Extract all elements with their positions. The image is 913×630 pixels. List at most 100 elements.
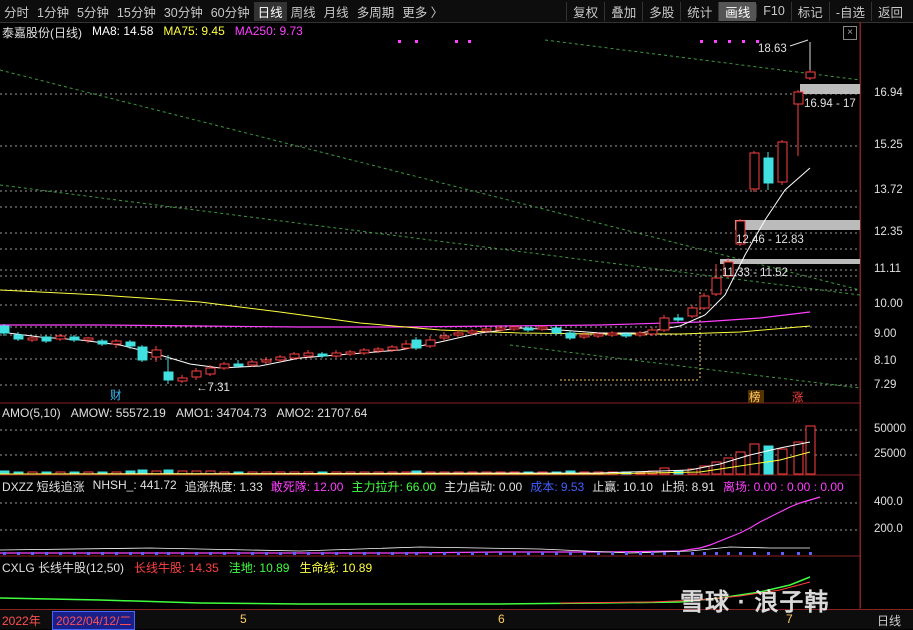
ma250-value: MA250: 9.73 bbox=[234, 24, 303, 38]
signal-dot bbox=[307, 552, 310, 555]
signal-dot bbox=[101, 552, 104, 555]
candle bbox=[125, 341, 136, 347]
candle bbox=[55, 335, 66, 340]
signal-dot bbox=[141, 552, 144, 555]
signal-dot bbox=[703, 552, 706, 555]
signal-dot bbox=[499, 552, 502, 555]
candle bbox=[261, 359, 272, 363]
signal-dot bbox=[797, 552, 800, 555]
candle bbox=[551, 327, 562, 334]
candle bbox=[481, 328, 492, 332]
signal-dot bbox=[569, 552, 572, 555]
zone-label-1: 16.94 - 17 bbox=[804, 98, 856, 110]
candle bbox=[359, 349, 370, 354]
candle bbox=[13, 334, 24, 340]
ma75-value: MA75: 9.45 bbox=[163, 24, 225, 38]
signal-dot bbox=[17, 552, 20, 555]
candlestick-series[interactable] bbox=[0, 60, 816, 384]
signal-dot bbox=[321, 552, 324, 555]
zy-value: 止赢: 10.10 bbox=[592, 480, 653, 494]
candle bbox=[27, 337, 38, 341]
signal-dot bbox=[471, 552, 474, 555]
candle bbox=[191, 370, 202, 378]
candle bbox=[317, 353, 328, 357]
kline-chart[interactable]: 18.63 16.94 - 17 12.46 - 12.83 11.33 - 1… bbox=[0, 0, 913, 628]
signal-dot bbox=[363, 552, 366, 555]
y-tick-label: 8.10 bbox=[874, 355, 897, 367]
wd-value: 洼地: 10.89 bbox=[228, 561, 290, 575]
candle bbox=[163, 371, 174, 381]
zone-label-2: 12.46 - 12.83 bbox=[736, 234, 804, 246]
signal-dot bbox=[181, 552, 184, 555]
candle bbox=[137, 346, 148, 361]
candle bbox=[0, 325, 10, 334]
signal-dot bbox=[167, 552, 170, 555]
candle bbox=[111, 340, 122, 345]
y-tick-label: 10.00 bbox=[874, 298, 903, 310]
candle bbox=[275, 356, 286, 361]
signal-dot bbox=[195, 552, 198, 555]
amo-y-tick: 25000 bbox=[874, 448, 906, 460]
candle bbox=[647, 329, 658, 335]
signal-dot bbox=[727, 552, 730, 555]
amo-name[interactable]: AMO(5,10) bbox=[2, 406, 61, 420]
signal-dot bbox=[513, 552, 516, 555]
signal-dot bbox=[639, 552, 642, 555]
cxlg-name[interactable]: CXLG 长线牛股(12,50) bbox=[2, 559, 124, 576]
candle bbox=[565, 332, 576, 339]
signal-dot bbox=[391, 552, 394, 555]
cursor-date: 2022/04/12/二 bbox=[52, 611, 136, 630]
zs-value: 止损: 8.91 bbox=[660, 480, 715, 494]
event-marker-zhang[interactable]: 涨 bbox=[792, 391, 804, 404]
signal-dot bbox=[767, 552, 770, 555]
y-tick-label: 9.00 bbox=[874, 328, 897, 340]
volume-bar bbox=[805, 425, 816, 475]
watermark: 雪球 · 浪子韩 bbox=[680, 589, 830, 616]
signal-dot bbox=[59, 552, 62, 555]
candle bbox=[659, 317, 670, 331]
y-tick-label: 13.72 bbox=[874, 184, 903, 196]
signal-dot bbox=[625, 552, 628, 555]
signal-dot bbox=[377, 552, 380, 555]
signal-dot bbox=[781, 552, 784, 555]
candle bbox=[711, 277, 722, 295]
candle bbox=[621, 333, 632, 337]
candle bbox=[151, 349, 162, 358]
high-price-label: 18.63 bbox=[758, 43, 787, 55]
event-marker-bang[interactable]: 榜 bbox=[749, 390, 761, 404]
cxlg-panel-legend: CXLG 长线牛股(12,50) 长线牛股: 14.35 洼地: 10.89 生… bbox=[2, 559, 372, 576]
dxzz-name[interactable]: DXZZ 短线追涨 bbox=[2, 478, 85, 495]
candle bbox=[673, 317, 684, 321]
candle bbox=[373, 348, 384, 352]
candle bbox=[83, 337, 94, 341]
signal-dot bbox=[597, 552, 600, 555]
signal-dot bbox=[677, 552, 680, 555]
candle bbox=[509, 326, 520, 330]
zlls-value: 主力拉升: 66.00 bbox=[351, 480, 437, 494]
signal-dot bbox=[555, 552, 558, 555]
signal-dot bbox=[485, 552, 488, 555]
candle bbox=[805, 71, 816, 79]
signal-dot bbox=[45, 552, 48, 555]
candle bbox=[205, 367, 216, 375]
ma8-value: MA8: 14.58 bbox=[92, 24, 154, 38]
signal-dot bbox=[753, 552, 756, 555]
candle bbox=[177, 377, 188, 382]
candle bbox=[453, 332, 464, 336]
stock-name[interactable]: 泰嘉股份(日线) bbox=[2, 24, 82, 41]
y-tick-label: 15.25 bbox=[874, 139, 903, 151]
signal-dot bbox=[251, 552, 254, 555]
panel-close-icon[interactable]: × bbox=[843, 26, 857, 40]
dxzz-y-tick: 200.0 bbox=[874, 523, 903, 535]
signal-dot bbox=[115, 552, 118, 555]
nhsh-line bbox=[0, 496, 821, 554]
signal-dot bbox=[739, 552, 742, 555]
volume-bars[interactable] bbox=[0, 425, 816, 475]
signal-dot bbox=[335, 552, 338, 555]
month-tick-6: 6 bbox=[498, 612, 505, 626]
low-price-label: ←7.31 bbox=[196, 382, 230, 394]
period-label: 日线 bbox=[876, 614, 901, 628]
signal-dot bbox=[405, 552, 408, 555]
event-marker-cai[interactable]: 财 bbox=[110, 388, 122, 402]
candle bbox=[579, 334, 590, 338]
